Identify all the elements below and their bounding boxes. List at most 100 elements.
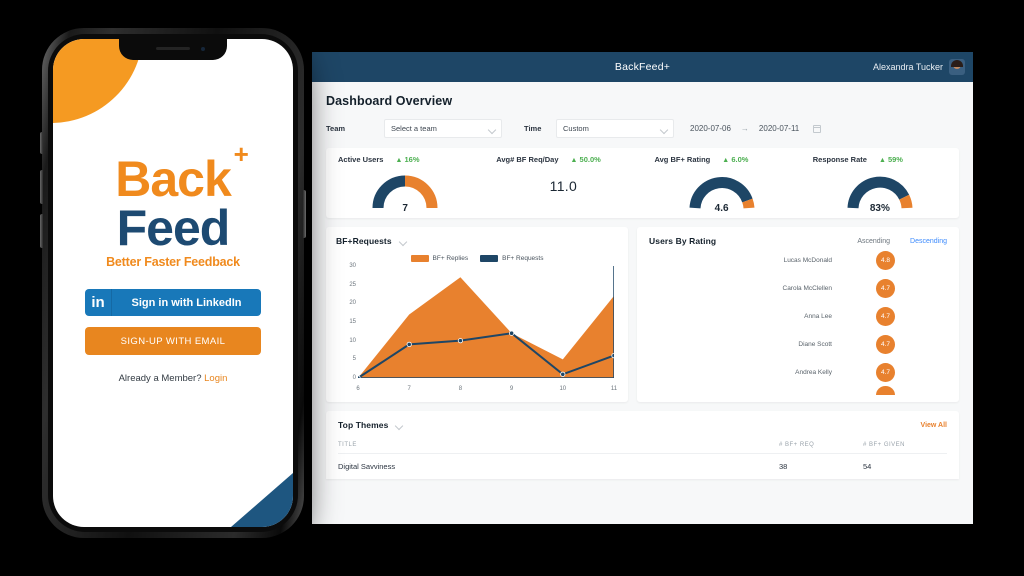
x-axis-tick: 9	[509, 386, 514, 392]
theme-given: 54	[863, 462, 872, 471]
users-by-rating-card: Users By Rating Ascending Descending Luc…	[637, 227, 959, 402]
logo-text-feed: Feed	[116, 199, 231, 256]
list-item-partial	[649, 386, 947, 395]
kpi-value: 11.0	[549, 178, 578, 194]
kpi-response-rate: Response Rate ▲ 59% 83%	[801, 148, 959, 218]
logo-word-back: Back	[115, 151, 232, 207]
y-axis-tick: 5	[352, 356, 356, 363]
gauge-value: 4.6	[714, 203, 729, 214]
arrow-up-icon: ▲	[878, 157, 886, 164]
list-item[interactable]: Carola McClellen 4.7	[649, 274, 947, 302]
phone-speaker	[156, 47, 190, 50]
gauge-value: 7	[402, 203, 408, 214]
user-name: Andrea Kelly	[795, 368, 832, 376]
phone-volume-up-button	[40, 170, 43, 204]
area-chart[interactable]: 0 5 10 15 20 25 30 6 7 8 9 10 11	[336, 263, 618, 392]
legend-swatch	[410, 255, 429, 262]
date-start: 2020-07-06	[690, 124, 731, 133]
table-row[interactable]: Digital Savviness 38 54	[338, 453, 947, 479]
middle-row: BF+Requests BF+ Replies BF+ Requests 0 5…	[326, 227, 959, 402]
x-axis-tick: 8	[458, 386, 463, 392]
rating-badge: 4.8	[876, 250, 895, 270]
login-link[interactable]: Login	[204, 373, 227, 384]
time-select-value: Custom	[563, 124, 589, 133]
app-header-bar: BackFeed+ Alexandra Tucker	[312, 52, 973, 82]
rating-badge: 4.7	[876, 306, 895, 326]
chart-markers	[358, 330, 614, 378]
list-item[interactable]: Lucas McDonald 4.8	[649, 246, 947, 274]
email-signup-button[interactable]: SIGN-UP WITH EMAIL	[85, 327, 261, 355]
user-name: Diane Scott	[798, 340, 832, 348]
user-name: Anna Lee	[804, 312, 832, 320]
view-all-link[interactable]: View All	[921, 422, 947, 429]
sort-descending-button[interactable]: Descending	[910, 238, 947, 245]
phone-camera	[201, 47, 205, 51]
team-select-value: Select a team	[391, 124, 437, 133]
login-screen: Back + Feed Better Faster Feedback in Sig…	[53, 39, 293, 527]
user-name: Carola McClellen	[782, 284, 833, 292]
gauge-value: 83%	[869, 203, 890, 214]
logo-text-back: Back +	[115, 141, 249, 204]
avatar[interactable]	[949, 59, 965, 75]
legend-label: BF+ Replies	[432, 255, 469, 262]
rating-badge: 4.7	[876, 334, 895, 354]
column-header-given: # BF+ GIVEN	[863, 442, 906, 448]
kpi-delta-value: 59%	[887, 155, 903, 164]
theme-req: 38	[779, 462, 788, 471]
chevron-down-icon[interactable]	[400, 238, 406, 244]
rating-badge: 4.7	[876, 278, 895, 298]
kpi-delta: ▲ 6.0%	[722, 155, 748, 164]
rating-badge	[876, 386, 895, 395]
card-header: Top Themes View All	[338, 420, 947, 430]
card-header: Users By Rating Ascending Descending	[649, 236, 947, 246]
date-range-picker[interactable]: 2020-07-06 → 2020-07-11	[690, 124, 822, 133]
sort-controls: Ascending Descending	[857, 238, 947, 245]
list-item[interactable]: Diane Scott 4.7	[649, 330, 947, 358]
rating-badge: 4.7	[876, 362, 895, 382]
list-item[interactable]: Andrea Kelly 4.7	[649, 358, 947, 386]
linkedin-signin-label: Sign in with LinkedIn	[131, 296, 242, 309]
arrow-up-icon: ▲	[395, 157, 403, 164]
logo-plus-icon: +	[233, 139, 249, 169]
top-themes-card: Top Themes View All TITLE # BF+ REQ # BF…	[326, 411, 959, 479]
list-item[interactable]: Anna Lee 4.7	[649, 302, 947, 330]
user-name: Alexandra Tucker	[872, 62, 943, 72]
kpi-delta: ▲ 59%	[879, 155, 903, 164]
team-label: Team	[326, 124, 346, 133]
phone-volume-down-button	[40, 214, 43, 248]
user-menu[interactable]: Alexandra Tucker	[873, 59, 965, 75]
arrow-up-icon: ▲	[722, 157, 730, 164]
gauge-chart: 7	[372, 172, 438, 215]
x-axis-tick: 7	[407, 386, 411, 392]
filter-bar: Team Select a team Time Custom 2020-07-0…	[326, 119, 959, 138]
backfeed-logo: Back + Feed	[115, 141, 249, 256]
time-label: Time	[524, 124, 542, 133]
kpi-row: Active Users ▲ 16% 7 Avg# BF Req/Day ▲ 5…	[326, 148, 959, 218]
team-select[interactable]: Select a team	[384, 119, 502, 138]
card-title: BF+Requests	[336, 236, 392, 246]
kpi-delta-value: 50.0%	[579, 155, 601, 164]
kpi-delta-value: 16%	[404, 155, 420, 164]
card-title: Top Themes	[338, 420, 389, 430]
screenshot-stage: BackFeed+ Alexandra Tucker Dashboard Ove…	[0, 0, 1024, 576]
dashboard-window: BackFeed+ Alexandra Tucker Dashboard Ove…	[312, 52, 973, 524]
chevron-down-icon[interactable]	[396, 422, 402, 428]
phone-screen: Back + Feed Better Faster Feedback in Sig…	[53, 39, 293, 527]
phone-mute-switch	[40, 132, 43, 154]
kpi-active-users: Active Users ▲ 16% 7	[326, 148, 484, 218]
legend-label: BF+ Requests	[502, 255, 544, 262]
user-name: Lucas McDonald	[783, 256, 832, 264]
arrow-up-icon: ▲	[570, 157, 578, 164]
legend-swatch	[480, 255, 499, 262]
phone-power-button	[303, 190, 306, 238]
kpi-label: Avg# BF Req/Day	[496, 155, 559, 164]
y-axis-tick: 10	[349, 337, 356, 344]
column-header-req: # BF+ REQ	[779, 442, 815, 448]
sort-ascending-button[interactable]: Ascending	[857, 238, 890, 245]
calendar-icon[interactable]	[813, 124, 822, 133]
linkedin-signin-button[interactable]: in Sign in with LinkedIn	[85, 289, 261, 316]
date-arrow: →	[740, 124, 749, 133]
chart-legend: BF+ Replies BF+ Requests	[336, 255, 618, 262]
time-select[interactable]: Custom	[556, 119, 674, 138]
theme-title: Digital Savviness	[338, 462, 396, 471]
